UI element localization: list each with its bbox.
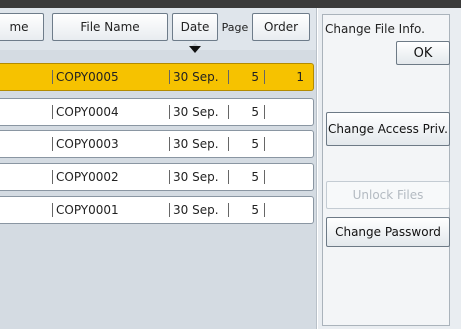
file-name-cell: COPY0005 bbox=[52, 70, 119, 84]
print-order-cell bbox=[290, 164, 304, 190]
date-cell: 30 Sep. bbox=[169, 70, 219, 84]
date-cell: 30 Sep. bbox=[169, 105, 219, 119]
column-header-name[interactable]: me bbox=[0, 13, 44, 41]
column-header-file-name[interactable]: File Name bbox=[52, 13, 168, 41]
date-cell: 30 Sep. bbox=[169, 137, 219, 151]
page-count-cell: 5 bbox=[251, 170, 259, 184]
file-row[interactable]: COPY0004 30 Sep. 5 bbox=[0, 98, 314, 126]
file-row[interactable]: COPY0002 30 Sep. 5 bbox=[0, 163, 314, 191]
unlock-files-button[interactable]: Unlock Files bbox=[326, 181, 450, 209]
change-access-privileges-button[interactable]: Change Access Priv. bbox=[326, 112, 450, 146]
column-divider bbox=[228, 137, 229, 151]
column-header-page: Page bbox=[221, 20, 249, 34]
column-header-order[interactable]: Order bbox=[252, 13, 310, 41]
ok-button[interactable]: OK bbox=[396, 41, 450, 65]
file-name-cell: COPY0001 bbox=[52, 203, 119, 217]
page-count-cell: 5 bbox=[251, 137, 259, 151]
file-list-panel: me File Name Date Page Order COPY0005 30… bbox=[0, 8, 317, 329]
column-divider bbox=[228, 105, 229, 119]
column-header-date[interactable]: Date bbox=[172, 13, 218, 41]
column-divider bbox=[228, 203, 229, 217]
column-divider bbox=[264, 137, 265, 151]
top-bar bbox=[0, 0, 461, 8]
page-count-cell: 5 bbox=[251, 70, 259, 84]
column-divider bbox=[228, 170, 229, 184]
print-order-cell bbox=[290, 99, 304, 125]
column-divider bbox=[264, 70, 265, 84]
column-divider bbox=[228, 70, 229, 84]
print-order-cell: 1 bbox=[296, 70, 304, 84]
print-order-cell bbox=[290, 131, 304, 157]
column-divider bbox=[264, 105, 265, 119]
file-row[interactable]: COPY0001 30 Sep. 5 bbox=[0, 196, 314, 224]
file-row[interactable]: COPY0003 30 Sep. 5 bbox=[0, 130, 314, 158]
file-name-cell: COPY0004 bbox=[52, 105, 119, 119]
page-count-cell: 5 bbox=[251, 203, 259, 217]
page-count-cell: 5 bbox=[251, 105, 259, 119]
change-password-button[interactable]: Change Password bbox=[326, 217, 450, 247]
print-order-cell bbox=[290, 197, 304, 223]
date-cell: 30 Sep. bbox=[169, 170, 219, 184]
panel-title: Change File Info. bbox=[325, 22, 425, 36]
file-row[interactable]: COPY0005 30 Sep. 5 1 bbox=[0, 63, 314, 91]
file-name-cell: COPY0003 bbox=[52, 137, 119, 151]
column-divider bbox=[264, 203, 265, 217]
action-panel: Change File Info. OK Change Access Priv.… bbox=[318, 8, 461, 329]
date-cell: 30 Sep. bbox=[169, 203, 219, 217]
column-divider bbox=[264, 170, 265, 184]
file-name-cell: COPY0002 bbox=[52, 170, 119, 184]
